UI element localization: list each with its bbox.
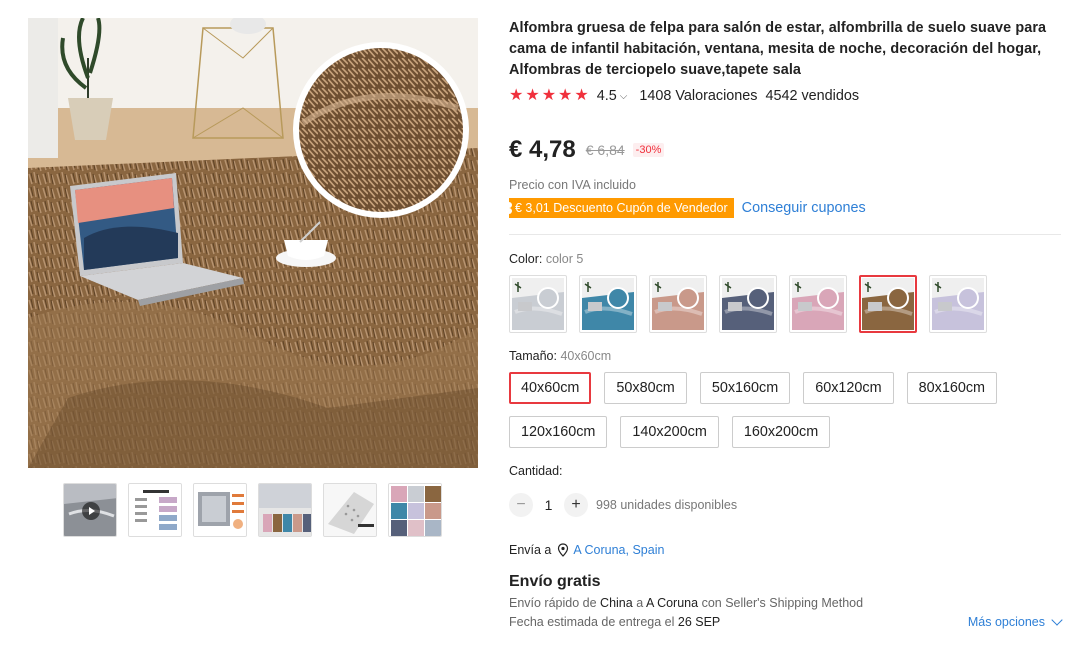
shipping-location-link[interactable]: A Coruna, Spain <box>573 543 664 557</box>
color-swatch-image <box>862 278 914 330</box>
color-option-grey[interactable] <box>509 275 567 333</box>
color-swatch-image <box>722 278 774 330</box>
main-product-image[interactable] <box>28 18 478 468</box>
ship-text: Envío rápido de <box>509 596 597 610</box>
location-pin-icon <box>558 543 569 557</box>
chevron-down-icon[interactable]: ⌵ <box>620 91 628 102</box>
coupon-badge: € 3,01 Descuento Cupón de Vendedor <box>506 198 734 218</box>
quantity-value[interactable]: 1 <box>533 497 564 513</box>
reviews-count[interactable]: 1408 Valoraciones <box>639 88 757 104</box>
more-shipping-options-link[interactable]: Más opciones <box>967 614 1063 629</box>
ship-origin: China <box>600 596 633 610</box>
current-price: € 4,78 <box>509 136 576 163</box>
color-selected: color 5 <box>545 252 584 266</box>
tax-note: Precio con IVA incluido <box>509 178 636 192</box>
play-icon <box>82 502 100 520</box>
thumbnail-anti-slip[interactable] <box>323 483 377 537</box>
discount-badge: -30% <box>632 143 665 157</box>
quantity-plus-button[interactable]: + <box>564 493 588 517</box>
color-option-brown[interactable] <box>859 275 917 333</box>
delivery-text: Fecha estimada de entrega el <box>509 615 675 629</box>
quantity-label: Cantidad: <box>509 464 563 478</box>
rating-value[interactable]: 4.5 <box>597 88 617 104</box>
more-options-label: Más opciones <box>967 615 1045 629</box>
color-option-pink[interactable] <box>789 275 847 333</box>
size-option-40x60cm[interactable]: 40x60cm <box>509 372 592 404</box>
coupon-row: € 3,01 Descuento Cupón de Vendedor Conse… <box>506 198 866 218</box>
size-option-50x160cm[interactable]: 50x160cm <box>699 372 791 404</box>
color-option-rainbow[interactable] <box>929 275 987 333</box>
stock-available: 998 unidades disponibles <box>596 498 738 512</box>
color-label-line: Color: color 5 <box>509 252 583 266</box>
color-swatch-image <box>932 278 984 330</box>
divider <box>509 234 1061 235</box>
ship-method: con Seller's Shipping Method <box>701 596 864 610</box>
delivery-date: 26 SEP <box>677 615 721 629</box>
ship-to-label: Envía a <box>509 543 552 557</box>
thumbnail-size-chart[interactable] <box>128 483 182 537</box>
price-row: € 4,78 € 6,84 -30% <box>509 136 665 164</box>
size-option-60x120cm[interactable]: 60x120cm <box>803 372 894 404</box>
size-label-line: Tamaño: 40x60cm <box>509 349 611 363</box>
color-swatch-image <box>512 278 564 330</box>
size-option-80x160cm[interactable]: 80x160cm <box>906 372 998 404</box>
sold-count: 4542 vendidos <box>765 88 860 104</box>
thumbnail-color-samples[interactable] <box>258 483 312 537</box>
size-option-140x200cm[interactable]: 140x200cm <box>620 416 719 448</box>
ship-destination: A Coruna <box>645 596 699 610</box>
size-option-120x160cm[interactable]: 120x160cm <box>509 416 608 448</box>
rug-photo <box>28 18 478 468</box>
shipping-method-line: Envío rápido de China a A Coruna con Sel… <box>509 596 863 610</box>
thumbnail-strip <box>63 483 442 537</box>
get-coupons-link[interactable]: Conseguir cupones <box>742 200 866 216</box>
thumbnail-collage[interactable] <box>388 483 442 537</box>
size-label: Tamaño: <box>509 349 557 363</box>
product-title: Alfombra gruesa de felpa para salón de e… <box>509 20 1047 78</box>
ship-to-row: Envía a A Coruna, Spain <box>509 543 664 557</box>
star-icon: ★ <box>574 87 589 104</box>
free-shipping-title: Envío gratis <box>509 573 601 590</box>
color-options <box>509 275 987 333</box>
original-price: € 6,84 <box>585 142 625 158</box>
size-option-50x80cm[interactable]: 50x80cm <box>604 372 687 404</box>
color-option-blue[interactable] <box>579 275 637 333</box>
star-icon: ★ <box>525 87 540 104</box>
thumbnail-grey-rug[interactable] <box>193 483 247 537</box>
color-option-pink-brown[interactable] <box>649 275 707 333</box>
quantity-stepper: − 1 + 998 unidades disponibles <box>509 493 737 517</box>
star-rating: ★ ★ ★ ★ ★ <box>509 88 589 104</box>
color-swatch-image <box>582 278 634 330</box>
color-swatch-image <box>792 278 844 330</box>
star-icon: ★ <box>558 87 573 104</box>
size-options: 40x60cm 50x80cm 50x160cm 60x120cm 80x160cm 12… <box>509 372 1061 448</box>
rating-row: ★ ★ ★ ★ ★ 4.5 ⌵ 1408 Valoraciones 4542 v… <box>509 88 860 105</box>
color-swatch-image <box>652 278 704 330</box>
size-selected: 40x60cm <box>560 349 612 363</box>
thumbnail-video[interactable] <box>63 483 117 537</box>
delivery-estimate-line: Fecha estimada de entrega el 26 SEP <box>509 615 720 629</box>
star-icon: ★ <box>541 87 557 104</box>
quantity-minus-button[interactable]: − <box>509 493 533 517</box>
product-info-panel: Alfombra gruesa de felpa para salón de e… <box>506 18 1063 629</box>
size-option-160x200cm[interactable]: 160x200cm <box>731 416 831 448</box>
color-option-dark-blue[interactable] <box>719 275 777 333</box>
chevron-down-icon <box>1051 614 1063 626</box>
ship-text: a <box>636 596 644 610</box>
color-label: Color: <box>509 252 543 266</box>
star-icon: ★ <box>509 87 524 104</box>
